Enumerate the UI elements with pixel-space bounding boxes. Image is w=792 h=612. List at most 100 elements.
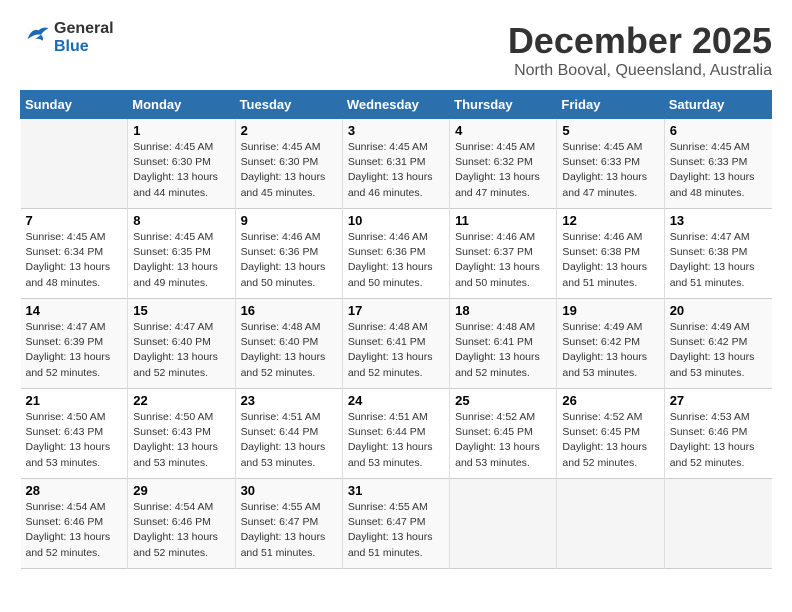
table-row: 6 Sunrise: 4:45 AMSunset: 6:33 PMDayligh… xyxy=(664,119,771,209)
day-detail: Sunrise: 4:46 AMSunset: 6:38 PMDaylight:… xyxy=(562,230,658,291)
day-number: 30 xyxy=(241,483,337,498)
table-row: 11 Sunrise: 4:46 AMSunset: 6:37 PMDaylig… xyxy=(450,209,557,299)
day-detail: Sunrise: 4:48 AMSunset: 6:41 PMDaylight:… xyxy=(455,320,551,381)
day-number: 15 xyxy=(133,303,229,318)
table-row: 16 Sunrise: 4:48 AMSunset: 6:40 PMDaylig… xyxy=(235,299,342,389)
day-number: 12 xyxy=(562,213,658,228)
table-row: 19 Sunrise: 4:49 AMSunset: 6:42 PMDaylig… xyxy=(557,299,664,389)
table-row: 28 Sunrise: 4:54 AMSunset: 6:46 PMDaylig… xyxy=(21,479,128,569)
day-number: 4 xyxy=(455,123,551,138)
calendar-week-row: 14 Sunrise: 4:47 AMSunset: 6:39 PMDaylig… xyxy=(21,299,772,389)
col-friday: Friday xyxy=(557,91,664,119)
col-thursday: Thursday xyxy=(450,91,557,119)
page-header: General Blue December 2025 North Booval,… xyxy=(20,20,772,80)
table-row: 30 Sunrise: 4:55 AMSunset: 6:47 PMDaylig… xyxy=(235,479,342,569)
table-row: 15 Sunrise: 4:47 AMSunset: 6:40 PMDaylig… xyxy=(128,299,235,389)
day-number: 7 xyxy=(26,213,123,228)
day-number: 11 xyxy=(455,213,551,228)
calendar-table: Sunday Monday Tuesday Wednesday Thursday… xyxy=(20,90,772,569)
day-number: 2 xyxy=(241,123,337,138)
day-number: 14 xyxy=(26,303,123,318)
day-detail: Sunrise: 4:49 AMSunset: 6:42 PMDaylight:… xyxy=(670,320,767,381)
day-number: 17 xyxy=(348,303,444,318)
day-number: 20 xyxy=(670,303,767,318)
table-row: 5 Sunrise: 4:45 AMSunset: 6:33 PMDayligh… xyxy=(557,119,664,209)
logo-bird-icon xyxy=(20,23,50,48)
col-tuesday: Tuesday xyxy=(235,91,342,119)
col-wednesday: Wednesday xyxy=(342,91,449,119)
day-number: 19 xyxy=(562,303,658,318)
day-detail: Sunrise: 4:45 AMSunset: 6:33 PMDaylight:… xyxy=(562,140,658,201)
day-number: 26 xyxy=(562,393,658,408)
table-row xyxy=(664,479,771,569)
day-detail: Sunrise: 4:47 AMSunset: 6:39 PMDaylight:… xyxy=(26,320,123,381)
day-detail: Sunrise: 4:46 AMSunset: 6:36 PMDaylight:… xyxy=(241,230,337,291)
day-detail: Sunrise: 4:50 AMSunset: 6:43 PMDaylight:… xyxy=(133,410,229,471)
table-row: 26 Sunrise: 4:52 AMSunset: 6:45 PMDaylig… xyxy=(557,389,664,479)
table-row: 4 Sunrise: 4:45 AMSunset: 6:32 PMDayligh… xyxy=(450,119,557,209)
day-number: 3 xyxy=(348,123,444,138)
day-detail: Sunrise: 4:48 AMSunset: 6:41 PMDaylight:… xyxy=(348,320,444,381)
table-row: 1 Sunrise: 4:45 AMSunset: 6:30 PMDayligh… xyxy=(128,119,235,209)
day-number: 9 xyxy=(241,213,337,228)
day-detail: Sunrise: 4:51 AMSunset: 6:44 PMDaylight:… xyxy=(241,410,337,471)
col-sunday: Sunday xyxy=(21,91,128,119)
day-detail: Sunrise: 4:45 AMSunset: 6:30 PMDaylight:… xyxy=(133,140,229,201)
day-number: 28 xyxy=(26,483,123,498)
day-detail: Sunrise: 4:47 AMSunset: 6:40 PMDaylight:… xyxy=(133,320,229,381)
day-number: 21 xyxy=(26,393,123,408)
calendar-week-row: 21 Sunrise: 4:50 AMSunset: 6:43 PMDaylig… xyxy=(21,389,772,479)
table-row xyxy=(557,479,664,569)
table-row: 27 Sunrise: 4:53 AMSunset: 6:46 PMDaylig… xyxy=(664,389,771,479)
day-number: 23 xyxy=(241,393,337,408)
table-row: 22 Sunrise: 4:50 AMSunset: 6:43 PMDaylig… xyxy=(128,389,235,479)
day-number: 13 xyxy=(670,213,767,228)
day-detail: Sunrise: 4:50 AMSunset: 6:43 PMDaylight:… xyxy=(26,410,123,471)
day-detail: Sunrise: 4:54 AMSunset: 6:46 PMDaylight:… xyxy=(26,500,123,561)
table-row: 2 Sunrise: 4:45 AMSunset: 6:30 PMDayligh… xyxy=(235,119,342,209)
table-row: 24 Sunrise: 4:51 AMSunset: 6:44 PMDaylig… xyxy=(342,389,449,479)
col-monday: Monday xyxy=(128,91,235,119)
month-title: December 2025 xyxy=(508,20,772,62)
table-row: 9 Sunrise: 4:46 AMSunset: 6:36 PMDayligh… xyxy=(235,209,342,299)
day-number: 27 xyxy=(670,393,767,408)
day-detail: Sunrise: 4:55 AMSunset: 6:47 PMDaylight:… xyxy=(241,500,337,561)
day-number: 16 xyxy=(241,303,337,318)
table-row: 14 Sunrise: 4:47 AMSunset: 6:39 PMDaylig… xyxy=(21,299,128,389)
calendar-header-row: Sunday Monday Tuesday Wednesday Thursday… xyxy=(21,91,772,119)
logo: General Blue xyxy=(20,20,114,56)
day-number: 10 xyxy=(348,213,444,228)
table-row: 3 Sunrise: 4:45 AMSunset: 6:31 PMDayligh… xyxy=(342,119,449,209)
day-number: 8 xyxy=(133,213,229,228)
day-number: 24 xyxy=(348,393,444,408)
day-detail: Sunrise: 4:45 AMSunset: 6:33 PMDaylight:… xyxy=(670,140,767,201)
day-number: 22 xyxy=(133,393,229,408)
day-number: 18 xyxy=(455,303,551,318)
table-row: 8 Sunrise: 4:45 AMSunset: 6:35 PMDayligh… xyxy=(128,209,235,299)
table-row: 10 Sunrise: 4:46 AMSunset: 6:36 PMDaylig… xyxy=(342,209,449,299)
table-row xyxy=(21,119,128,209)
day-number: 1 xyxy=(133,123,229,138)
day-number: 5 xyxy=(562,123,658,138)
day-detail: Sunrise: 4:52 AMSunset: 6:45 PMDaylight:… xyxy=(562,410,658,471)
day-number: 6 xyxy=(670,123,767,138)
day-detail: Sunrise: 4:54 AMSunset: 6:46 PMDaylight:… xyxy=(133,500,229,561)
day-detail: Sunrise: 4:53 AMSunset: 6:46 PMDaylight:… xyxy=(670,410,767,471)
logo-blue-text: Blue xyxy=(54,38,89,55)
table-row: 20 Sunrise: 4:49 AMSunset: 6:42 PMDaylig… xyxy=(664,299,771,389)
table-row: 18 Sunrise: 4:48 AMSunset: 6:41 PMDaylig… xyxy=(450,299,557,389)
table-row: 17 Sunrise: 4:48 AMSunset: 6:41 PMDaylig… xyxy=(342,299,449,389)
table-row: 29 Sunrise: 4:54 AMSunset: 6:46 PMDaylig… xyxy=(128,479,235,569)
table-row: 7 Sunrise: 4:45 AMSunset: 6:34 PMDayligh… xyxy=(21,209,128,299)
day-detail: Sunrise: 4:45 AMSunset: 6:34 PMDaylight:… xyxy=(26,230,123,291)
day-detail: Sunrise: 4:47 AMSunset: 6:38 PMDaylight:… xyxy=(670,230,767,291)
calendar-week-row: 1 Sunrise: 4:45 AMSunset: 6:30 PMDayligh… xyxy=(21,119,772,209)
day-detail: Sunrise: 4:51 AMSunset: 6:44 PMDaylight:… xyxy=(348,410,444,471)
day-detail: Sunrise: 4:49 AMSunset: 6:42 PMDaylight:… xyxy=(562,320,658,381)
calendar-week-row: 28 Sunrise: 4:54 AMSunset: 6:46 PMDaylig… xyxy=(21,479,772,569)
day-detail: Sunrise: 4:45 AMSunset: 6:35 PMDaylight:… xyxy=(133,230,229,291)
day-number: 29 xyxy=(133,483,229,498)
table-row: 12 Sunrise: 4:46 AMSunset: 6:38 PMDaylig… xyxy=(557,209,664,299)
day-number: 25 xyxy=(455,393,551,408)
table-row: 25 Sunrise: 4:52 AMSunset: 6:45 PMDaylig… xyxy=(450,389,557,479)
